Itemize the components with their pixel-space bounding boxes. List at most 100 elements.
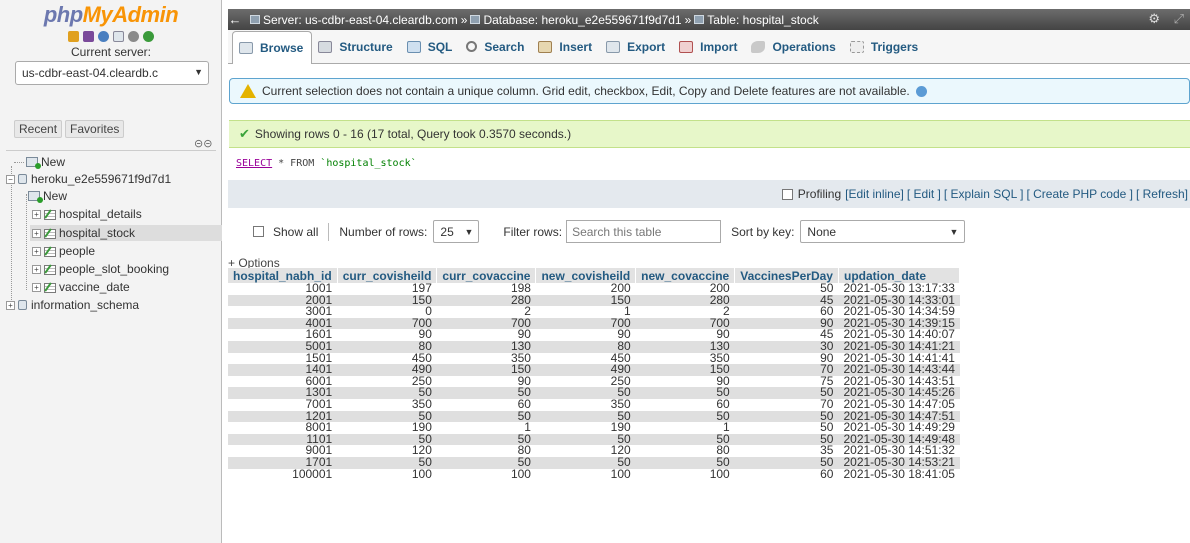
tab-favorites[interactable]: Favorites (65, 120, 125, 138)
profiling-checkbox[interactable] (781, 188, 793, 200)
tab-insert[interactable]: Insert (532, 32, 600, 62)
tree-item-information-schema[interactable]: + information_schema (6, 297, 139, 313)
link-icon[interactable]: ⊝⊝ (194, 137, 212, 150)
export-icon (606, 40, 621, 53)
table-cell: 100 (535, 468, 636, 481)
table-cell: 100001 (228, 468, 338, 481)
table-icon (44, 264, 56, 275)
collapse-nav-icon[interactable]: ← (228, 12, 242, 27)
create-php-code-link[interactable]: [ Create PHP code ] (1026, 187, 1133, 201)
filter-placeholder: Search this table (572, 224, 662, 239)
tab-sql[interactable]: SQL (401, 32, 461, 62)
settings-icon[interactable] (128, 31, 139, 42)
logout-icon[interactable] (83, 31, 94, 42)
tab-recent[interactable]: Recent (14, 120, 63, 138)
sql-text: * FROM (272, 158, 321, 169)
tree-item-new[interactable]: New (14, 154, 65, 170)
edit-link[interactable]: [ Edit ] (907, 187, 941, 201)
table-cell: 50 (635, 410, 735, 423)
table-icon (694, 15, 705, 24)
gear-icon[interactable]: ⚙ (1148, 11, 1160, 27)
docs-icon[interactable] (113, 31, 124, 42)
tab-label: Operations (772, 39, 836, 54)
tab-triggers[interactable]: Triggers (844, 32, 926, 62)
refresh-link[interactable]: [ Refresh] (1136, 187, 1188, 201)
table-cell: 2021-05-30 18:41:05 (838, 468, 960, 481)
expand-icon[interactable]: ⤢ (1174, 11, 1184, 27)
phpmyadmin-logo[interactable]: phpMyAdmin (0, 2, 222, 28)
chevron-down-icon: ▼ (194, 67, 203, 77)
tree-item-hospital-details[interactable]: + hospital_details (32, 206, 142, 222)
breadcrumb-database[interactable]: Database: heroku_e2e559671f9d7d1 (470, 12, 682, 27)
triggers-icon (849, 40, 864, 53)
tab-label: Browse (260, 40, 304, 55)
table-cell: 100 (337, 468, 437, 481)
show-all-label: Show all (273, 224, 319, 239)
tree-item-hospital-stock[interactable]: + hospital_stock (30, 225, 222, 241)
server-select[interactable]: us-cdbr-east-04.cleardb.c ▼ (15, 61, 209, 85)
table-icon (44, 209, 56, 220)
tree-item-new-table[interactable]: New (28, 188, 67, 204)
nav-tabs: Recent Favorites (14, 120, 125, 138)
structure-icon (318, 40, 333, 53)
rows-select-value: 25 (440, 224, 454, 239)
tab-import[interactable]: Import (673, 32, 745, 62)
info-icon[interactable] (915, 85, 927, 97)
explain-sql-link[interactable]: [ Explain SQL ] (944, 187, 1024, 201)
home-icon[interactable] (68, 31, 79, 42)
tree-item-people-slot-booking[interactable]: + people_slot_booking (32, 261, 169, 277)
tree-item-label: information_schema (31, 298, 140, 312)
breadcrumb-table[interactable]: Table: hospital_stock (694, 13, 819, 27)
expand-icon[interactable]: + (32, 228, 41, 238)
tab-search[interactable]: Search (460, 32, 532, 62)
table-cell: 150 (337, 294, 437, 307)
tab-label: Insert (559, 39, 593, 54)
tree-item-people[interactable]: + people (32, 243, 95, 259)
expand-icon[interactable]: + (32, 282, 41, 292)
edit-inline-link[interactable]: [Edit inline] (845, 187, 904, 201)
table-cell: 150 (535, 294, 636, 307)
sql-keyword: SELECT (236, 158, 273, 169)
sort-select[interactable]: None ▼ (800, 220, 966, 243)
sql-query[interactable]: SELECT * FROM `hospital_stock` (236, 158, 417, 169)
tree-item-label: people (59, 244, 96, 258)
divider (328, 222, 330, 241)
tab-label: Export (627, 39, 666, 54)
tree-item-label: hospital_details (59, 207, 142, 221)
collapse-icon[interactable]: − (6, 174, 15, 184)
expand-icon[interactable]: + (32, 209, 41, 219)
tab-operations[interactable]: Operations (745, 32, 843, 62)
expand-icon[interactable]: + (32, 264, 41, 274)
table-icon (44, 228, 56, 239)
tree-item-label: heroku_e2e559671f9d7d1 (31, 172, 172, 186)
reload-icon[interactable] (143, 31, 154, 42)
breadcrumb-server[interactable]: Server: us-cdbr-east-04.cleardb.com (250, 13, 458, 27)
warning-notice: Current selection does not contain a uni… (229, 78, 1190, 104)
show-all-checkbox[interactable] (253, 226, 264, 237)
breadcrumb-separator: » (460, 12, 468, 27)
expand-icon[interactable]: + (32, 246, 41, 256)
tree-line (26, 194, 27, 290)
tree-item-vaccine-date[interactable]: + vaccine_date (32, 279, 130, 295)
filter-input[interactable]: Search this table (566, 220, 722, 243)
sql-table-name: `hospital_stock` (320, 158, 417, 169)
search-icon (466, 41, 478, 52)
profiling-label: Profiling (797, 187, 842, 201)
breadcrumb-label: Database: heroku_e2e559671f9d7d1 (483, 12, 682, 27)
tree-item-label: vaccine_date (59, 280, 130, 294)
database-icon (470, 15, 481, 24)
tab-browse[interactable]: Browse (232, 30, 313, 64)
tree-item-db-heroku[interactable]: − heroku_e2e559671f9d7d1 (6, 171, 171, 187)
expand-icon[interactable]: + (6, 300, 15, 310)
table-icon (44, 282, 56, 293)
logo-myadmin: MyAdmin (82, 2, 179, 27)
table-cell: 280 (635, 294, 735, 307)
chevron-down-icon: ▼ (949, 226, 959, 237)
import-icon (679, 40, 694, 53)
tab-export[interactable]: Export (600, 32, 673, 62)
table-cell: 280 (436, 294, 536, 307)
tab-structure[interactable]: Structure (312, 32, 400, 62)
tree-line (11, 166, 12, 310)
help-icon[interactable] (98, 31, 109, 42)
rows-select[interactable]: 25 ▼ (433, 220, 480, 243)
